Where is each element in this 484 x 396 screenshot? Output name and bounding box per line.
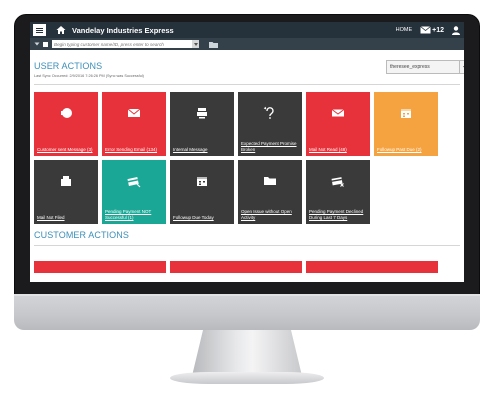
top-navbar: Vandelay Industries Express HOME +12 bbox=[30, 22, 464, 38]
tile-customer-sent-message[interactable]: Customer sent Message (3) bbox=[34, 92, 98, 156]
tile-label: Followup Due Today bbox=[173, 214, 214, 220]
tile-label: Followup Past Due (2) bbox=[377, 146, 422, 152]
customer-action-tile[interactable] bbox=[170, 261, 302, 273]
email-error-icon bbox=[127, 108, 141, 117]
broken-promise-icon bbox=[263, 106, 274, 119]
folder-icon[interactable] bbox=[209, 41, 218, 48]
customer-actions-title: CUSTOMER ACTIONS bbox=[34, 230, 129, 240]
chevron-down-icon bbox=[193, 42, 198, 46]
mail-notifications[interactable]: +12 bbox=[420, 26, 444, 34]
mail-icon bbox=[331, 109, 345, 117]
main-content: USER ACTIONS Last Sync Occurred: 2/9/201… bbox=[30, 50, 464, 282]
section-divider bbox=[34, 245, 460, 246]
tile-label: Internal Message bbox=[173, 146, 208, 152]
calendar-icon bbox=[197, 177, 207, 186]
chevron-down-icon-shape bbox=[462, 65, 464, 68]
home-link[interactable]: HOME bbox=[396, 27, 413, 33]
chevron-down-icon[interactable] bbox=[34, 41, 40, 47]
tile-pending-payment-not-successful[interactable]: Pending Payment NOT Successful (1) bbox=[102, 160, 166, 224]
tile-open-issue-without-activity[interactable]: Open Issue without Open Activity bbox=[238, 160, 302, 224]
monitor-stand-neck bbox=[192, 330, 302, 376]
tile-pending-payment-declined[interactable]: Pending Payment Declined During Last 7 D… bbox=[306, 160, 370, 224]
monitor-chin bbox=[14, 294, 480, 330]
search-type-icon[interactable] bbox=[43, 41, 48, 47]
tile-error-sending-email[interactable]: Error Sending Email (134) bbox=[102, 92, 166, 156]
tile-mail-not-read[interactable]: Mail Not Read (48) bbox=[306, 92, 370, 156]
tile-label: Pending Payment Declined During Last 7 D… bbox=[309, 209, 364, 220]
last-sync-status: Last Sync Occurred: 2/9/2016 7:26:26 PM … bbox=[34, 74, 144, 78]
user-actions-title: USER ACTIONS bbox=[34, 61, 103, 71]
chevron-down-icon bbox=[459, 61, 464, 73]
app-title: Vandelay Industries Express bbox=[72, 25, 174, 35]
home-icon[interactable] bbox=[56, 25, 66, 35]
tile-internal-message[interactable]: Internal Message bbox=[170, 92, 234, 156]
payment-icon bbox=[127, 177, 141, 188]
card-declined-icon bbox=[331, 177, 344, 187]
tile-followup-past-due[interactable]: Followup Past Due (2) bbox=[374, 92, 438, 156]
user-icon[interactable] bbox=[452, 25, 460, 35]
calendar-icon bbox=[401, 109, 411, 118]
mail-count-badge: +12 bbox=[432, 26, 444, 34]
menu-icon[interactable] bbox=[33, 24, 46, 36]
tile-label: Pending Payment NOT Successful (1) bbox=[105, 209, 152, 220]
tile-followup-due-today[interactable]: Followup Due Today bbox=[170, 160, 234, 224]
tile-label: Open Issue without Open Activity bbox=[241, 209, 292, 220]
tile-mail-not-filed[interactable]: Mail Not Filed bbox=[34, 160, 98, 224]
customer-action-tile[interactable] bbox=[34, 261, 166, 273]
file-mail-icon bbox=[61, 176, 71, 186]
user-select-dropdown[interactable]: theresee_express bbox=[386, 60, 464, 74]
envelope-icon bbox=[420, 26, 431, 34]
search-bar bbox=[30, 38, 464, 50]
customer-action-tile[interactable] bbox=[306, 261, 438, 273]
tile-label: Expected Payment Promise Broken bbox=[241, 141, 297, 152]
message-icon bbox=[61, 108, 72, 118]
tile-label: Mail Not Read (48) bbox=[309, 146, 347, 152]
monitor-chin-highlight bbox=[14, 294, 480, 296]
search-dropdown-button[interactable] bbox=[192, 40, 199, 48]
tile-label: Customer sent Message (3) bbox=[37, 146, 93, 152]
tile-expected-payment-promise-broken[interactable]: Expected Payment Promise Broken bbox=[238, 92, 302, 156]
tile-label: Error Sending Email (134) bbox=[105, 146, 158, 152]
section-divider bbox=[34, 84, 460, 85]
internal-message-icon bbox=[197, 108, 207, 119]
monitor-stand-base bbox=[170, 372, 324, 384]
app-screen: Vandelay Industries Express HOME +12 Beg… bbox=[30, 22, 464, 282]
folder-icon bbox=[264, 177, 276, 185]
selected-user: theresee_express bbox=[390, 64, 430, 70]
tile-label: Mail Not Filed bbox=[37, 214, 65, 220]
customer-search-input[interactable] bbox=[52, 40, 192, 48]
